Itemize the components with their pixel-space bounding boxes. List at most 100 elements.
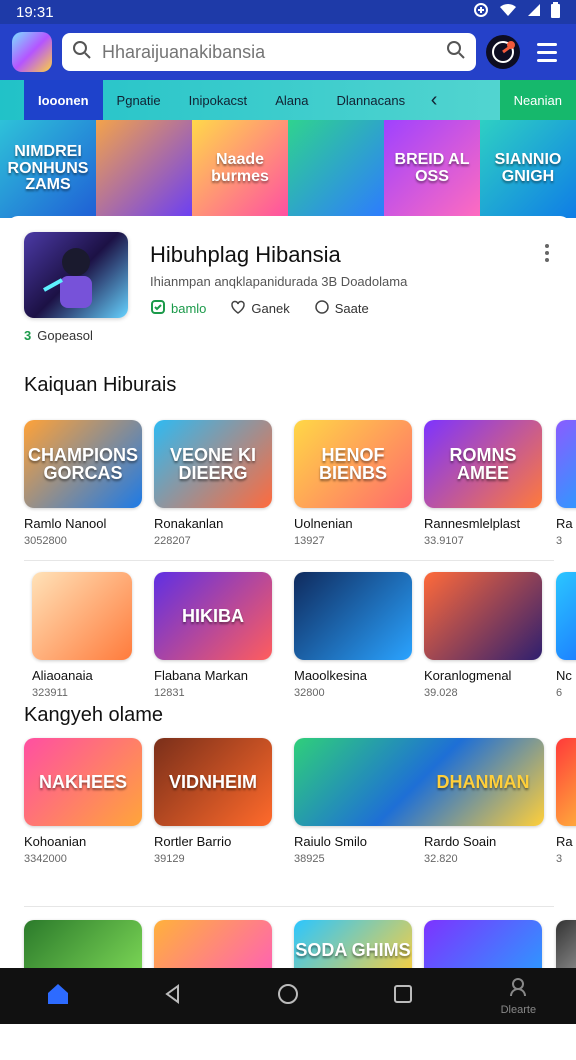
app-tile-name: Ramlo Nanool <box>24 516 107 531</box>
app-tile-image[interactable]: DHANMAN <box>424 738 542 826</box>
app-tile[interactable]: Koranlogmenal 39.028 <box>424 572 542 699</box>
tab-2[interactable]: Inipokacst <box>175 80 262 120</box>
featured-action-2[interactable]: Saate <box>314 299 369 318</box>
featured-app[interactable]: Hibuhplag Hibansia Ihianmpan anqklapanid… <box>24 232 554 318</box>
promo-banner[interactable]: NIMDREI RONHUNS ZAMS Naade burmes BREID … <box>0 120 576 218</box>
system-navigation-bar: Dlearte <box>0 968 576 1024</box>
installs-label: Gopeasol <box>37 328 93 343</box>
featured-action-1[interactable]: Ganek <box>230 299 290 318</box>
signal-icon <box>527 3 541 21</box>
app-tile-image[interactable]: CHAMPIONS GORCAS <box>24 420 142 508</box>
app-tile[interactable]: VIDNHEIM Rortler Barrio 39129 <box>154 738 272 865</box>
featured-title: Hibuhplag Hibansia <box>150 242 341 267</box>
app-tile-count: 323911 <box>32 687 68 699</box>
app-tile[interactable]: HIKIBA Flabana Markan 12831 <box>154 572 272 699</box>
app-tile-count: 39.028 <box>424 687 458 699</box>
banner-tile-3[interactable] <box>288 120 384 218</box>
recents-icon <box>392 983 414 1010</box>
search-bar[interactable] <box>62 33 476 71</box>
app-tile-image[interactable] <box>32 572 132 660</box>
app-tile-image[interactable] <box>556 420 576 508</box>
banner-tile-1[interactable] <box>96 120 192 218</box>
main-card: Hibuhplag Hibansia Ihianmpan anqklapanid… <box>8 216 576 988</box>
app-tile-name: Maoolkesina <box>294 668 367 683</box>
featured-action-label: Saate <box>334 301 369 316</box>
app-tile[interactable]: VEONE KI DIEERG Ronakanlan 228207 <box>154 420 272 547</box>
app-tile-count: 3 <box>556 853 563 865</box>
tab-pill[interactable]: Neanian <box>499 80 576 120</box>
chat-icon <box>314 299 330 318</box>
nav-home-circle[interactable] <box>253 968 323 1024</box>
app-tile-count: 3052800 <box>24 535 67 547</box>
home-circle-icon <box>277 983 299 1010</box>
app-tile-image[interactable] <box>556 572 576 660</box>
banner-tile-4[interactable]: BREID AL OSS <box>384 120 480 218</box>
featured-app-image[interactable] <box>24 232 128 318</box>
app-tile-image[interactable]: VIDNHEIM <box>154 738 272 826</box>
app-tile-image[interactable]: ROMNS AMEE <box>424 420 542 508</box>
app-tile[interactable]: NAKHEES Kohoanian 3342000 <box>24 738 142 865</box>
notification-icon[interactable] <box>486 35 520 69</box>
app-tile-name: Aliaoanaia <box>32 668 93 683</box>
featured-action-0[interactable]: bamlo <box>150 299 206 318</box>
tab-0[interactable]: Iooonen <box>24 80 103 120</box>
tab-4[interactable]: Dlannacans <box>322 80 419 120</box>
app-row-1: CHAMPIONS GORCAS Ramlo Nanool 3052800 VE… <box>24 420 576 560</box>
nav-profile[interactable]: Dlearte <box>483 968 553 1024</box>
more-options-icon[interactable] <box>540 244 554 262</box>
app-tile-count: 6 <box>556 687 563 699</box>
app-tile-image[interactable]: HIKIBA <box>154 572 272 660</box>
app-tile[interactable]: Aliaoanaia 323911 <box>32 572 136 699</box>
search-input[interactable] <box>100 40 438 64</box>
app-tile[interactable]: Nc 6 <box>556 572 576 699</box>
section-title-category: Kangyeh olame <box>24 704 163 726</box>
app-tile-image[interactable] <box>294 572 412 660</box>
status-icons <box>473 2 560 22</box>
app-tile-count: 33.9107 <box>424 535 464 547</box>
banner-tile-2[interactable]: Naade burmes <box>192 120 288 218</box>
app-tile[interactable]: CHAMPIONS GORCAS Ramlo Nanool 3052800 <box>24 420 142 547</box>
app-tile-name: Flabana Markan <box>154 668 248 683</box>
featured-action-label: Ganek <box>251 301 290 316</box>
app-tile-image[interactable]: NAKHEES <box>24 738 142 826</box>
app-tile[interactable]: DHANMAN Rardo Soain 32.820 <box>424 738 542 865</box>
installs-prefix: 3 <box>24 328 32 343</box>
app-tile[interactable]: ROMNS AMEE Rannesmlelplast 33.9107 <box>424 420 542 547</box>
banner-tile-5[interactable]: SIANNIO GNIGH <box>480 120 576 218</box>
tab-1[interactable]: Pgnatie <box>103 80 175 120</box>
app-tile-image[interactable]: HENOF BIENBS <box>294 420 412 508</box>
banner-tile-0[interactable]: NIMDREI RONHUNS ZAMS <box>0 120 96 218</box>
app-tile-image[interactable]: VEONE KI DIEERG <box>154 420 272 508</box>
app-tile[interactable]: Ra 3 <box>556 738 576 865</box>
chevron-left-icon[interactable]: ‹ <box>419 80 449 120</box>
search-icon <box>72 40 92 65</box>
divider <box>24 560 554 561</box>
status-time: 19:31 <box>16 3 54 21</box>
divider <box>24 906 554 907</box>
app-tile-count: 228207 <box>154 535 191 547</box>
tab-3[interactable]: Alana <box>261 80 322 120</box>
app-tile[interactable]: Maoolkesina 32800 <box>294 572 412 699</box>
category-tabs: Iooonen Pgnatie Inipokacst Alana Dlannac… <box>0 80 576 120</box>
nav-home[interactable] <box>23 968 93 1024</box>
app-tile-count: 12831 <box>154 687 185 699</box>
app-logo[interactable] <box>12 32 52 72</box>
section-title-popular: Kaiquan Hiburais <box>24 374 177 396</box>
app-tile-name: Ra <box>556 516 573 531</box>
back-icon <box>162 983 184 1010</box>
app-tile-name: Koranlogmenal <box>424 668 512 683</box>
app-tile-image[interactable] <box>556 738 576 826</box>
featured-app-text: Hibuhplag Hibansia Ihianmpan anqklapanid… <box>150 232 554 318</box>
search-submit-icon[interactable] <box>446 40 466 65</box>
app-tile-count: 39129 <box>154 853 185 865</box>
nav-back[interactable] <box>138 968 208 1024</box>
app-bar <box>0 24 576 80</box>
app-tile-image[interactable] <box>424 572 542 660</box>
wifi-icon <box>499 3 517 21</box>
app-tile[interactable]: Ra 3 <box>556 420 576 547</box>
app-tile[interactable]: HENOF BIENBS Uolnenian 13927 <box>294 420 412 547</box>
menu-icon[interactable] <box>530 35 564 69</box>
featured-installs: 3 Gopeasol <box>24 328 93 343</box>
nav-recents[interactable] <box>368 968 438 1024</box>
featured-actions: bamlo Ganek Saate <box>150 299 554 318</box>
